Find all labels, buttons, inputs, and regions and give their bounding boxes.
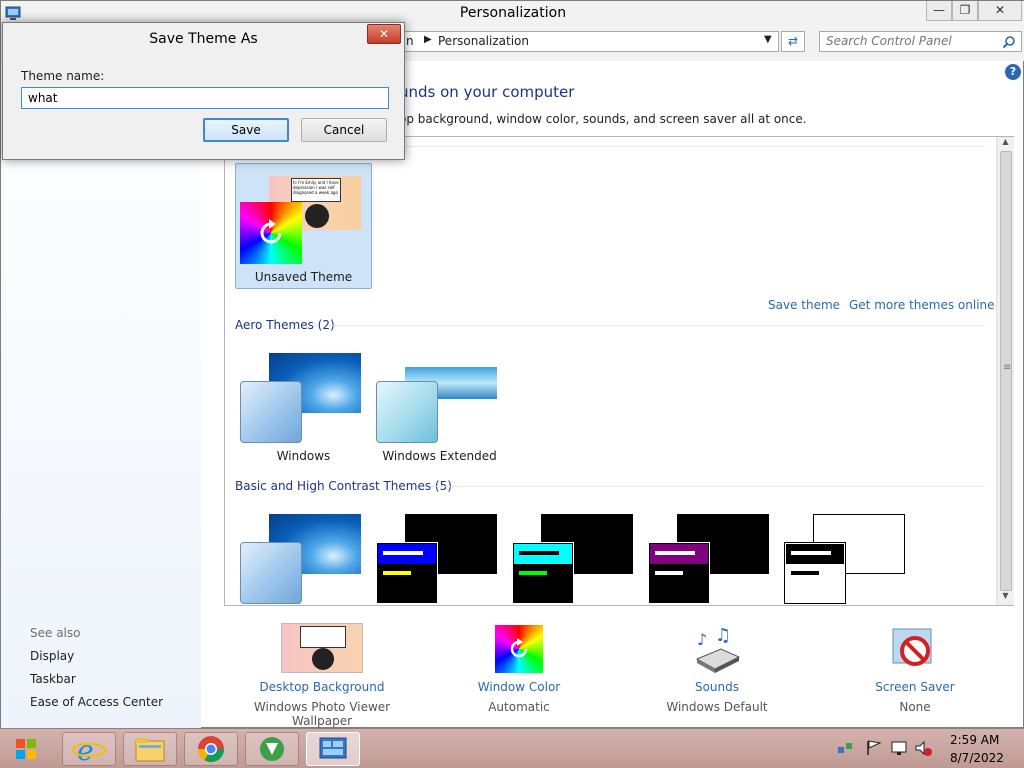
action-center-flag-icon[interactable]: [866, 739, 882, 757]
save-theme-dialog: Save Theme As ✕ Theme name: Save Cancel: [2, 22, 405, 160]
breadcrumb-item-personalization[interactable]: Personalization: [438, 34, 529, 48]
theme-list-scrollbar[interactable]: ▲ ≡ ▼: [996, 137, 1014, 605]
desktop-background-value: Windows Photo Viewer Wallpaper: [253, 700, 391, 728]
color-wheel-thumbnail: [240, 202, 302, 264]
dialog-titlebar[interactable]: Save Theme As ✕: [3, 23, 404, 53]
breadcrumb[interactable]: n ▶ Personalization ▼: [381, 31, 779, 52]
minimize-button[interactable]: —: [926, 1, 952, 21]
window-glass-thumbnail: [376, 381, 438, 443]
desktop-background-link[interactable]: Desktop Background: [222, 680, 422, 694]
theme-tile-high-contrast-1[interactable]: [371, 509, 508, 605]
sounds-icon: ♪ ♫: [695, 625, 741, 673]
taskbar-internet-explorer[interactable]: e: [62, 732, 116, 767]
svg-text:♫: ♫: [715, 625, 731, 646]
search-box[interactable]: [819, 31, 1022, 52]
taskbar-control-panel-active[interactable]: [306, 732, 360, 766]
meme-caption: hi I'm Emily and I have depression I was…: [291, 178, 341, 202]
internet-explorer-icon: e: [72, 734, 106, 767]
display-icon[interactable]: [890, 739, 908, 757]
see-also-taskbar-link[interactable]: Taskbar: [30, 672, 76, 686]
window-glass-thumbnail: [240, 381, 302, 443]
breadcrumb-item-control-panel[interactable]: n: [406, 34, 414, 48]
see-also-display-link[interactable]: Display: [30, 649, 74, 663]
scroll-up-icon[interactable]: ▲: [997, 137, 1014, 151]
theme-tile-windows[interactable]: Windows: [235, 347, 372, 467]
taskbar-file-explorer[interactable]: [123, 732, 177, 766]
theme-label-unsaved: Unsaved Theme: [254, 270, 353, 284]
contrast-window-thumbnail: [376, 542, 438, 604]
theme-tile-windows-basic[interactable]: [235, 509, 372, 605]
theme-tile-windows-extended[interactable]: Windows Extended: [371, 347, 508, 467]
clock-time[interactable]: 2:59 AM: [950, 733, 999, 747]
chrome-icon: [197, 736, 225, 763]
refresh-arrow-icon: [260, 219, 282, 244]
theme-list: hi I'm Emily and I have depression I was…: [224, 136, 1014, 606]
theme-tile-high-contrast-white[interactable]: [779, 509, 916, 605]
scroll-down-icon[interactable]: ▼: [997, 591, 1014, 605]
file-explorer-icon: [135, 738, 165, 762]
cancel-button[interactable]: Cancel: [301, 118, 387, 142]
taskbar-download-manager[interactable]: [245, 732, 299, 766]
theme-tile-unsaved[interactable]: hi I'm Emily and I have depression I was…: [235, 163, 372, 289]
contrast-window-thumbnail: [512, 542, 574, 604]
dialog-title: Save Theme As: [149, 31, 258, 47]
volume-muted-icon[interactable]: [914, 739, 932, 757]
refresh-icon: ⇄: [787, 34, 799, 48]
basic-themes-heading: Basic and High Contrast Themes (5): [235, 479, 452, 493]
grip-icon: ≡: [1003, 362, 1012, 373]
save-button[interactable]: Save: [203, 118, 289, 142]
see-also-heading: See also: [30, 626, 81, 640]
theme-tile-high-contrast-2[interactable]: [507, 509, 644, 605]
screen-saver-link[interactable]: Screen Saver: [845, 680, 985, 694]
clock-date[interactable]: 8/7/2022: [950, 751, 1004, 765]
breadcrumb-separator-icon[interactable]: ▶: [424, 34, 432, 45]
section-divider: [430, 486, 985, 487]
svg-text:e: e: [77, 734, 94, 765]
taskbar: e: [0, 728, 1024, 768]
refresh-button[interactable]: ⇄: [781, 31, 805, 52]
window-glass-thumbnail: [240, 542, 302, 604]
theme-name-label: Theme name:: [21, 69, 105, 83]
svg-text:♪: ♪: [697, 630, 707, 649]
download-manager-icon: [260, 737, 284, 761]
get-more-themes-link[interactable]: Get more themes online: [849, 298, 995, 312]
aero-themes-heading: Aero Themes (2): [235, 318, 335, 332]
close-button[interactable]: ✕: [978, 1, 1022, 21]
window-color-link[interactable]: Window Color: [449, 680, 589, 694]
help-icon[interactable]: ?: [1005, 64, 1021, 80]
chevron-down-icon[interactable]: ▼: [764, 34, 772, 45]
search-icon[interactable]: [1002, 35, 1016, 49]
sounds-value: Windows Default: [666, 700, 768, 714]
window-color-icon: [495, 625, 543, 673]
start-button[interactable]: [6, 733, 46, 765]
page-title: unds on your computer: [399, 83, 575, 101]
theme-label-windows: Windows: [276, 449, 331, 463]
meme-face-icon: [305, 204, 329, 228]
restore-button[interactable]: ❐: [952, 1, 978, 21]
save-theme-link[interactable]: Save theme: [768, 298, 840, 312]
screen-saver-value: None: [899, 700, 931, 714]
taskbar-chrome[interactable]: [184, 732, 238, 766]
desktop-background-icon: [281, 623, 363, 673]
see-also-ease-of-access-link[interactable]: Ease of Access Center: [30, 695, 163, 709]
theme-name-input[interactable]: [21, 87, 389, 109]
contrast-window-thumbnail: [648, 542, 710, 604]
sounds-link[interactable]: Sounds: [647, 680, 787, 694]
scrollbar-thumb[interactable]: ≡: [1000, 151, 1012, 591]
contrast-window-thumbnail: [784, 542, 846, 604]
screen-saver-icon: [892, 628, 932, 666]
dialog-close-button[interactable]: ✕: [367, 24, 401, 44]
control-panel-icon: [319, 737, 347, 759]
windows-logo-icon: [16, 739, 36, 759]
theme-tile-high-contrast-black[interactable]: [643, 509, 780, 605]
theme-label-windows-extended: Windows Extended: [382, 449, 497, 463]
section-divider: [330, 325, 985, 326]
search-input[interactable]: [826, 34, 996, 48]
page-description: op background, window color, sounds, and…: [399, 112, 807, 126]
window-title: Personalization: [459, 5, 567, 21]
window-color-value: Automatic: [488, 700, 550, 714]
network-icon[interactable]: [836, 739, 854, 757]
